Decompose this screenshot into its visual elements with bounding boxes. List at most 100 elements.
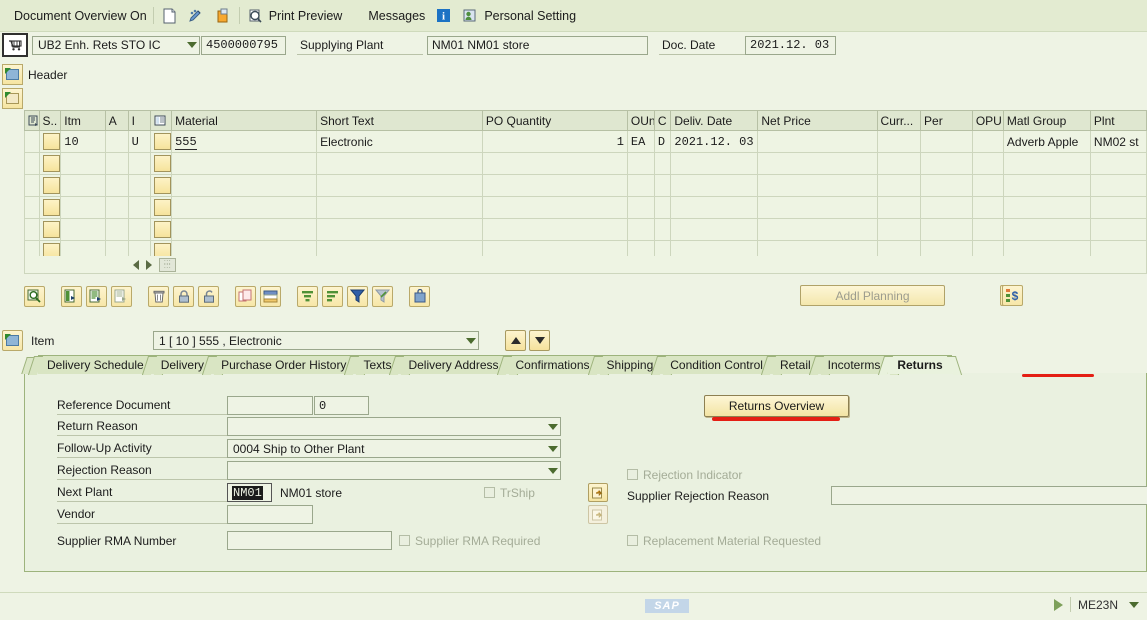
supplying-plant-field[interactable]: NM01 NM01 store bbox=[427, 35, 648, 55]
cell-short-text[interactable]: Electronic bbox=[316, 130, 483, 153]
tab-returns[interactable]: Returns bbox=[888, 355, 952, 374]
cell-po-quantity[interactable] bbox=[481, 174, 628, 197]
supplier-rma-input[interactable] bbox=[227, 531, 392, 550]
replacement-material-checkbox[interactable] bbox=[627, 535, 638, 546]
grid-col-per[interactable]: Per bbox=[920, 110, 973, 131]
supplier-rejection-reason-input[interactable] bbox=[831, 486, 1147, 505]
trship-checkbox-group[interactable]: TrShip bbox=[484, 486, 535, 500]
cell-status[interactable] bbox=[38, 152, 62, 175]
cell-opu[interactable] bbox=[971, 130, 1004, 153]
follow-up-activity-select[interactable]: 0004 Ship to Other Plant bbox=[227, 439, 561, 458]
cell-matl-group[interactable] bbox=[1002, 152, 1091, 175]
material-dropdown-button[interactable] bbox=[154, 177, 171, 194]
table-row[interactable] bbox=[24, 218, 1147, 241]
cell-deliv-date[interactable] bbox=[670, 196, 759, 219]
cell-per[interactable] bbox=[920, 196, 973, 219]
cell-material[interactable] bbox=[171, 218, 318, 241]
next-plant-input[interactable]: NM01 bbox=[227, 483, 272, 502]
filter-clear-icon[interactable] bbox=[372, 285, 393, 307]
rejection-reason-select[interactable] bbox=[227, 461, 561, 480]
doc-number-field[interactable]: 4500000795 bbox=[201, 35, 286, 55]
cell-plnt[interactable] bbox=[1089, 218, 1147, 241]
rejection-indicator-row[interactable]: Rejection Indicator bbox=[627, 465, 742, 484]
copy-line-icon[interactable] bbox=[86, 285, 107, 307]
insert-line-icon[interactable] bbox=[61, 285, 82, 307]
status-dropdown-button[interactable] bbox=[42, 199, 60, 216]
doc-date-field[interactable]: 2021.12. 03 bbox=[745, 35, 836, 55]
supplier-rma-required-checkbox[interactable] bbox=[399, 535, 410, 546]
tab-purchase-order-history[interactable]: Purchase Order History bbox=[212, 355, 356, 374]
cell-material-help[interactable] bbox=[150, 196, 173, 219]
cell-material-help[interactable] bbox=[150, 130, 173, 153]
cell-c[interactable] bbox=[653, 174, 672, 197]
addl-planning-button[interactable]: Addl Planning bbox=[800, 285, 945, 306]
cell-short-text[interactable] bbox=[316, 174, 483, 197]
unlock-icon[interactable] bbox=[198, 285, 219, 307]
cell-per[interactable] bbox=[920, 130, 973, 153]
document-overview-button[interactable]: Document Overview On bbox=[14, 9, 147, 23]
cell-oun[interactable]: EA bbox=[626, 130, 655, 153]
item-detail-icon[interactable] bbox=[2, 330, 23, 351]
grid-col-matl-group[interactable]: Matl Group bbox=[1002, 110, 1091, 131]
trship-checkbox[interactable] bbox=[484, 487, 495, 498]
cell-plnt[interactable]: NM02 st bbox=[1089, 130, 1147, 153]
cell-material-help[interactable] bbox=[150, 152, 173, 175]
cell-plnt[interactable] bbox=[1089, 152, 1147, 175]
grid-col-deliv-date[interactable]: Deliv. Date bbox=[670, 110, 759, 131]
cell-deliv-date[interactable] bbox=[670, 174, 759, 197]
grid-col-a[interactable]: A bbox=[104, 110, 129, 131]
cell-c[interactable] bbox=[653, 152, 672, 175]
tab-delivery-address[interactable]: Delivery Address bbox=[399, 355, 508, 374]
cell-material[interactable] bbox=[171, 196, 318, 219]
grid-horizontal-scrollbar[interactable]: :::::: bbox=[24, 256, 1147, 274]
cell-per[interactable] bbox=[920, 174, 973, 197]
cell-material[interactable] bbox=[171, 174, 318, 197]
supplier-rma-required-group[interactable]: Supplier RMA Required bbox=[399, 534, 540, 548]
cell-opu[interactable] bbox=[971, 196, 1004, 219]
cell-po-quantity[interactable]: 1 bbox=[481, 130, 628, 153]
cell-per[interactable] bbox=[920, 152, 973, 175]
cell-a[interactable] bbox=[104, 130, 129, 153]
cell-status[interactable] bbox=[38, 174, 62, 197]
cell-net-price[interactable] bbox=[757, 196, 878, 219]
replacement-material-row[interactable]: Replacement Material Requested bbox=[627, 531, 821, 550]
cell-itm[interactable] bbox=[60, 218, 106, 241]
cell-net-price[interactable] bbox=[757, 130, 878, 153]
cell-net-price[interactable] bbox=[757, 174, 878, 197]
row-selector[interactable] bbox=[24, 152, 40, 175]
cell-a[interactable] bbox=[104, 174, 129, 197]
info-icon[interactable]: i bbox=[434, 6, 453, 25]
row-selector[interactable] bbox=[24, 196, 40, 219]
cell-curr[interactable] bbox=[876, 196, 922, 219]
cell-po-quantity[interactable] bbox=[481, 196, 628, 219]
table-row[interactable]: 10 U 555 Electronic 1 EA D 2021.12. 03 A… bbox=[24, 130, 1147, 153]
cell-material-help[interactable] bbox=[150, 218, 173, 241]
cell-material[interactable] bbox=[171, 152, 318, 175]
cell-itm[interactable] bbox=[60, 196, 106, 219]
cell-a[interactable] bbox=[104, 152, 129, 175]
next-plant-value-help-button[interactable] bbox=[588, 483, 608, 502]
item-selector-dropdown[interactable]: 1 [ 10 ] 555 , Electronic bbox=[153, 331, 479, 350]
cell-deliv-date[interactable] bbox=[670, 152, 759, 175]
sort-descending-icon[interactable] bbox=[322, 285, 343, 307]
material-dropdown-button[interactable] bbox=[154, 221, 171, 238]
messages-button[interactable]: Messages bbox=[368, 9, 425, 23]
cell-a[interactable] bbox=[104, 218, 129, 241]
cell-oun[interactable] bbox=[626, 152, 655, 175]
hold-document-icon[interactable] bbox=[214, 6, 233, 25]
cell-oun[interactable] bbox=[626, 174, 655, 197]
cell-itm[interactable]: 10 bbox=[60, 130, 106, 153]
grid-col-status[interactable]: S.. bbox=[38, 110, 62, 131]
new-document-icon[interactable] bbox=[160, 6, 179, 25]
return-reason-select[interactable] bbox=[227, 417, 561, 436]
cell-po-quantity[interactable] bbox=[481, 152, 628, 175]
table-row[interactable] bbox=[24, 196, 1147, 219]
scroll-right-icon[interactable] bbox=[146, 259, 152, 270]
cell-net-price[interactable] bbox=[757, 152, 878, 175]
cell-opu[interactable] bbox=[971, 218, 1004, 241]
rejection-indicator-checkbox[interactable] bbox=[627, 469, 638, 480]
cell-matl-group[interactable] bbox=[1002, 218, 1091, 241]
cell-curr[interactable] bbox=[876, 152, 922, 175]
cell-matl-group[interactable] bbox=[1002, 174, 1091, 197]
detail-magnifier-icon[interactable] bbox=[24, 285, 45, 307]
